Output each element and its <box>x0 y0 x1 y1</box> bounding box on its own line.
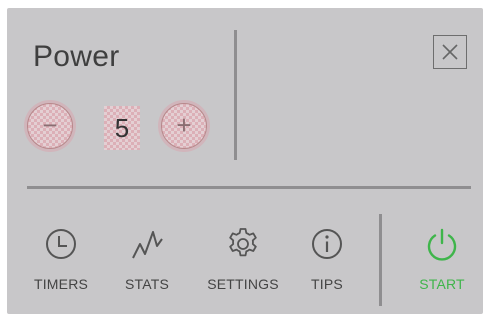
info-icon <box>312 229 342 259</box>
nav-tips-label: TIPS <box>311 276 343 292</box>
horizontal-divider <box>27 186 471 189</box>
start-button[interactable]: START <box>407 226 477 292</box>
power-level-value: 5 <box>104 106 140 150</box>
nav-settings-button[interactable]: SETTINGS <box>203 226 283 292</box>
clock-icon <box>46 229 76 259</box>
power-title: Power <box>33 40 120 73</box>
chart-line-icon <box>132 231 163 259</box>
plus-icon: + <box>176 110 192 140</box>
minus-icon: − <box>42 110 58 140</box>
power-icon <box>427 228 457 261</box>
nav-timers-label: TIMERS <box>33 276 89 292</box>
close-button[interactable] <box>433 35 467 69</box>
gear-icon <box>229 228 257 257</box>
power-dialog: Power − 5 + TIMERS STATS SETTINGS TIPS S… <box>7 8 483 314</box>
decrease-power-button[interactable]: − <box>27 103 73 149</box>
nav-divider <box>379 214 382 306</box>
close-icon <box>442 44 458 60</box>
increase-power-button[interactable]: + <box>161 103 207 149</box>
nav-timers-button[interactable]: TIMERS <box>29 226 93 292</box>
nav-stats-button[interactable]: STATS <box>115 226 179 292</box>
nav-settings-label: SETTINGS <box>207 276 279 292</box>
nav-tips-button[interactable]: TIPS <box>297 226 357 292</box>
nav-stats-label: STATS <box>124 276 170 292</box>
vertical-divider <box>234 30 237 160</box>
start-label: START <box>419 276 465 292</box>
